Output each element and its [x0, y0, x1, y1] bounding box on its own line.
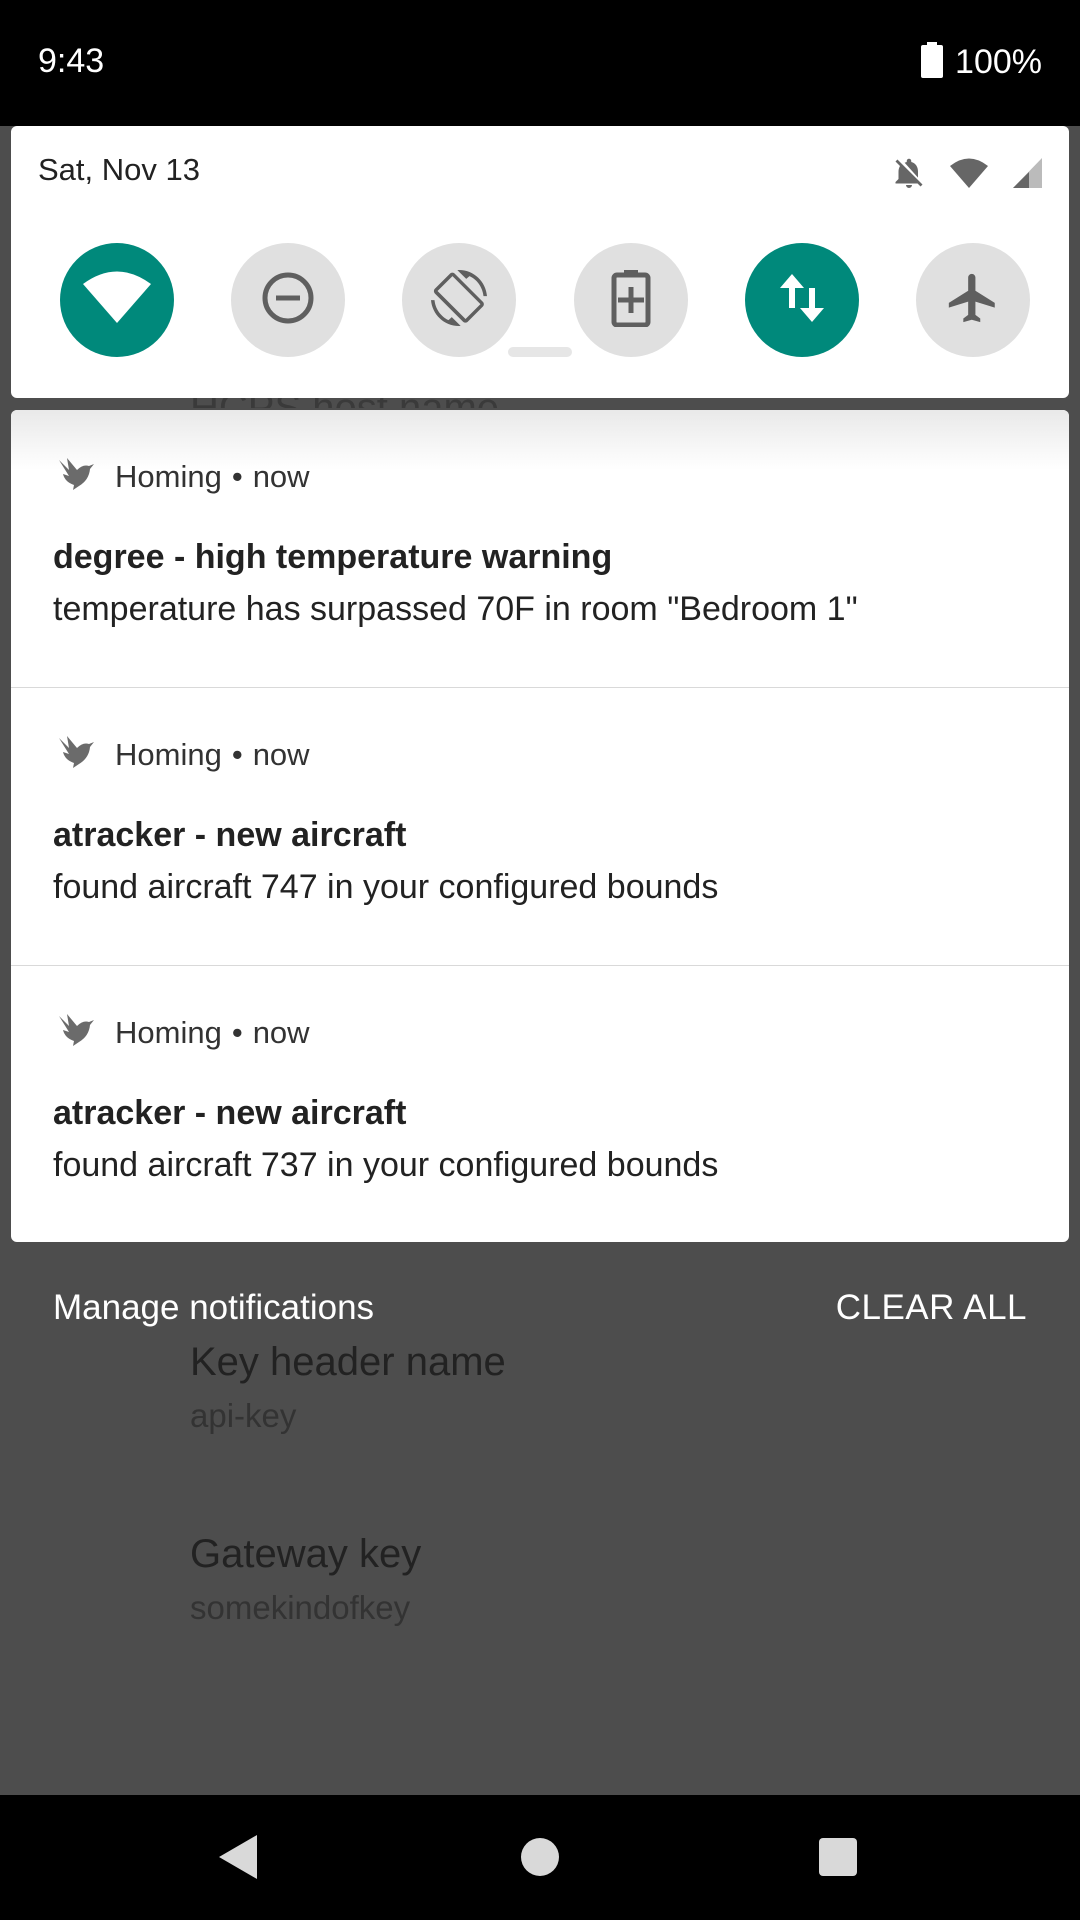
setting-title: Gateway key — [190, 1532, 422, 1576]
qs-tiles — [60, 243, 1030, 357]
battery-saver-icon — [611, 269, 651, 332]
bell-off-icon — [891, 154, 927, 197]
status-right: 100% — [921, 42, 1042, 83]
notification-title: atracker - new aircraft — [53, 1094, 407, 1132]
notification-title: degree - high temperature warning — [53, 538, 613, 576]
bird-icon — [57, 456, 95, 497]
wifi-icon — [81, 271, 153, 330]
status-bar: 9:43 100% — [0, 0, 1080, 126]
notification-time: now — [252, 736, 310, 772]
notification-time: now — [252, 458, 310, 494]
qs-tile-mobile-data[interactable] — [744, 243, 859, 357]
notification-time: now — [252, 1014, 310, 1050]
clear-all-button[interactable]: CLEAR ALL — [836, 1288, 1027, 1328]
recents-button[interactable] — [810, 1831, 866, 1887]
bird-icon — [57, 734, 95, 775]
notification-app-name: Homing — [115, 736, 222, 772]
notification-text: found aircraft 747 in your configured bo… — [53, 868, 719, 906]
notification-header: Homing • now — [57, 456, 310, 497]
wifi-icon — [949, 157, 989, 194]
notification-item[interactable]: Homing • now atracker - new aircraft fou… — [11, 966, 1069, 1242]
bird-icon — [57, 1012, 95, 1053]
qs-tile-auto-rotate[interactable] — [402, 243, 517, 357]
qs-date[interactable]: Sat, Nov 13 — [38, 152, 200, 188]
notification-text: found aircraft 737 in your configured bo… — [53, 1146, 719, 1184]
back-button[interactable] — [210, 1831, 266, 1887]
qs-tile-do-not-disturb[interactable] — [231, 243, 346, 357]
cell-signal-icon — [1011, 157, 1043, 194]
battery-percent: 100% — [955, 43, 1042, 81]
manage-notifications-button[interactable]: Manage notifications — [53, 1288, 374, 1328]
notification-title: atracker - new aircraft — [53, 816, 407, 854]
notification-header: Homing • now — [57, 734, 310, 775]
notification-separator: • — [231, 458, 243, 494]
notification-separator: • — [231, 736, 243, 772]
setting-value: api-key — [190, 1397, 297, 1434]
notification-header: Homing • now — [57, 1012, 310, 1053]
home-button[interactable] — [512, 1831, 568, 1887]
qs-drag-handle[interactable] — [508, 347, 572, 357]
rotate-icon — [431, 269, 488, 331]
battery-icon — [921, 42, 944, 83]
setting-gateway-key: Gateway key somekindofkey — [190, 1532, 421, 1627]
qs-indicators — [891, 154, 1043, 197]
notification-app-name: Homing — [115, 1014, 222, 1050]
setting-value: somekindofkey — [190, 1589, 411, 1626]
status-time: 9:43 — [38, 42, 105, 80]
notification-item[interactable]: Homing • now atracker - new aircraft fou… — [11, 688, 1069, 966]
back-icon — [215, 1832, 261, 1887]
do-not-disturb-icon — [261, 271, 315, 330]
qs-tile-airplane-mode[interactable] — [915, 243, 1030, 357]
data-arrows-icon — [778, 270, 826, 331]
qs-tile-wifi[interactable] — [60, 243, 174, 357]
recents-icon — [817, 1836, 859, 1883]
notification-list: Homing • now degree - high temperature w… — [11, 410, 1069, 1242]
notification-separator: • — [231, 1014, 243, 1050]
quick-settings-panel: Sat, Nov 13 — [11, 126, 1069, 398]
notification-text: temperature has surpassed 70F in room "B… — [53, 590, 858, 628]
airplane-icon — [944, 269, 1002, 332]
setting-key-header-name: Key header name api-key — [190, 1340, 506, 1435]
home-icon — [519, 1836, 561, 1883]
notification-item[interactable]: Homing • now degree - high temperature w… — [11, 410, 1069, 688]
navigation-bar — [0, 1795, 1080, 1920]
setting-title: Key header name — [190, 1340, 506, 1384]
qs-tile-battery-saver[interactable] — [573, 243, 688, 357]
notification-app-name: Homing — [115, 458, 222, 494]
